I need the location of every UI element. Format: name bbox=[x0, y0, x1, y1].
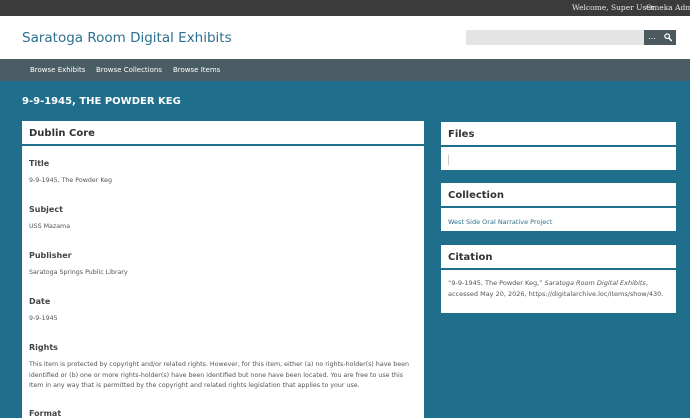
collection-heading: Collection bbox=[448, 190, 504, 201]
page-title: 9-9-1945, THE POWDER KEG bbox=[22, 96, 181, 107]
field-value-subject: USS Mazama bbox=[29, 223, 71, 230]
citation-text: “9-9-1945, The Powder Keg,” Saratoga Roo… bbox=[448, 278, 670, 299]
collection-link[interactable]: West Side Oral Narrative Project bbox=[448, 218, 552, 226]
search-submit-button[interactable] bbox=[660, 30, 676, 45]
dublin-core-header: Dublin Core bbox=[22, 121, 424, 146]
field-value-date: 9-9-1945 bbox=[29, 315, 58, 322]
field-label-subject: Subject bbox=[29, 205, 63, 214]
files-heading: Files bbox=[448, 129, 475, 140]
welcome-message[interactable]: Welcome, Super User bbox=[572, 3, 654, 12]
site-title[interactable]: Saratoga Room Digital Exhibits bbox=[22, 30, 232, 46]
main-nav: Browse Exhibits Browse Collections Brows… bbox=[0, 59, 690, 81]
nav-browse-collections[interactable]: Browse Collections bbox=[96, 66, 162, 74]
field-label-publisher: Publisher bbox=[29, 251, 72, 260]
field-value-publisher: Saratoga Springs Public Library bbox=[29, 269, 128, 276]
citation-site: Saratoga Room Digital Exhibits bbox=[544, 279, 646, 287]
files-header: Files bbox=[441, 122, 676, 147]
omeka-admin-link[interactable]: Omeka Admin bbox=[646, 3, 690, 12]
dublin-core-panel: Dublin Core Title 9-9-1945, The Powder K… bbox=[22, 121, 424, 418]
nav-browse-exhibits[interactable]: Browse Exhibits bbox=[30, 66, 85, 74]
collection-panel: Collection West Side Oral Narrative Proj… bbox=[441, 183, 676, 231]
field-label-date: Date bbox=[29, 297, 51, 306]
search-options-button[interactable]: ... bbox=[644, 30, 660, 45]
admin-bar: Welcome, Super User Omeka Admin bbox=[0, 0, 690, 16]
citation-panel: Citation “9-9-1945, The Powder Keg,” Sar… bbox=[441, 245, 676, 313]
site-header: Saratoga Room Digital Exhibits ... bbox=[0, 16, 690, 59]
field-label-rights: Rights bbox=[29, 343, 58, 352]
search-input[interactable] bbox=[466, 30, 644, 45]
citation-header: Citation bbox=[441, 245, 676, 270]
collection-header: Collection bbox=[441, 183, 676, 208]
citation-heading: Citation bbox=[448, 252, 493, 263]
file-thumbnail-placeholder[interactable] bbox=[448, 155, 449, 165]
nav-browse-items[interactable]: Browse Items bbox=[173, 66, 220, 74]
citation-prefix: “9-9-1945, The Powder Keg,” bbox=[448, 279, 545, 287]
field-label-format: Format bbox=[29, 409, 62, 418]
field-label-title: Title bbox=[29, 159, 50, 168]
search-icon bbox=[664, 33, 672, 42]
files-panel: Files bbox=[441, 122, 676, 170]
dublin-core-heading: Dublin Core bbox=[29, 128, 95, 139]
field-value-rights: This item is protected by copyright and/… bbox=[29, 361, 410, 389]
field-value-title: 9-9-1945, The Powder Keg bbox=[29, 177, 113, 184]
